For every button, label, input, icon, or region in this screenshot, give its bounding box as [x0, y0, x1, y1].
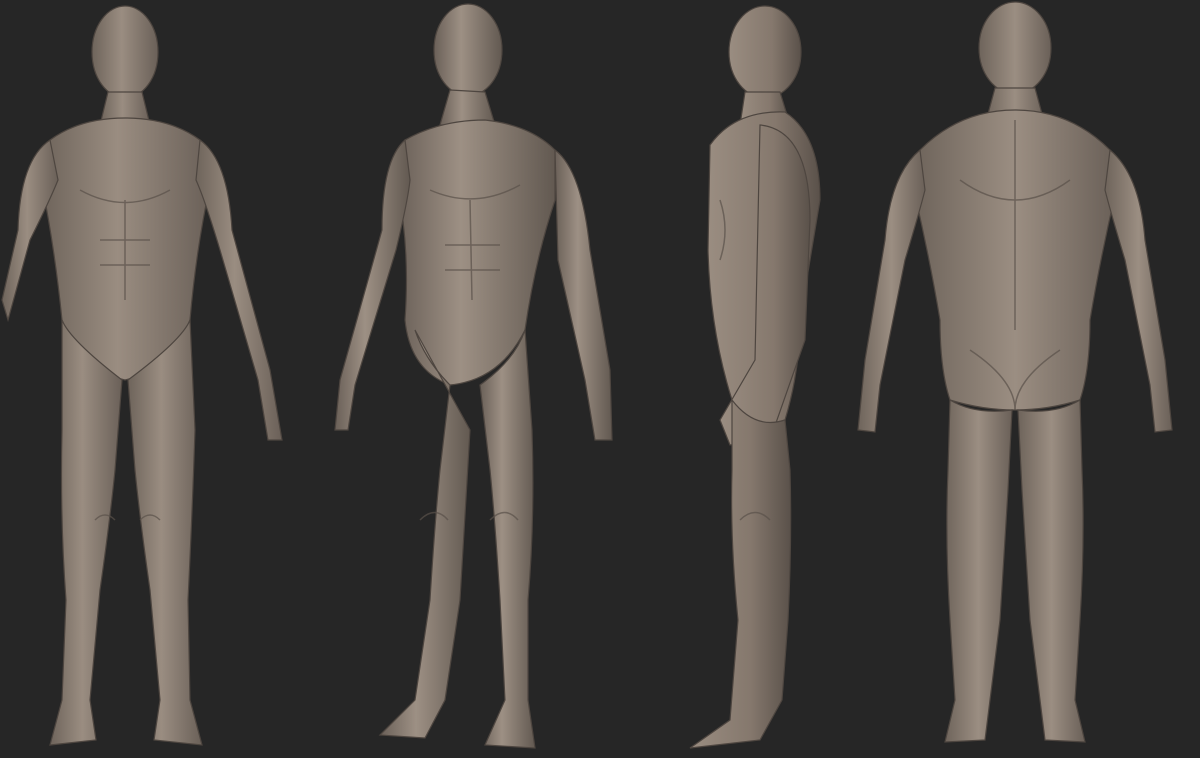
head — [433, 3, 503, 97]
front-figure-render — [1, 5, 283, 746]
side-figure-render — [689, 5, 821, 749]
head — [978, 1, 1052, 95]
side-view-figure — [660, 0, 860, 758]
front-view-figure — [0, 0, 300, 758]
head — [728, 5, 802, 99]
sculpt-turnaround-canvas — [0, 0, 1200, 758]
three-quarter-view-figure — [300, 0, 630, 758]
back-figure-render — [857, 1, 1173, 743]
head — [91, 5, 159, 99]
back-view-figure — [850, 0, 1190, 758]
three-quarter-figure-render — [334, 3, 613, 749]
